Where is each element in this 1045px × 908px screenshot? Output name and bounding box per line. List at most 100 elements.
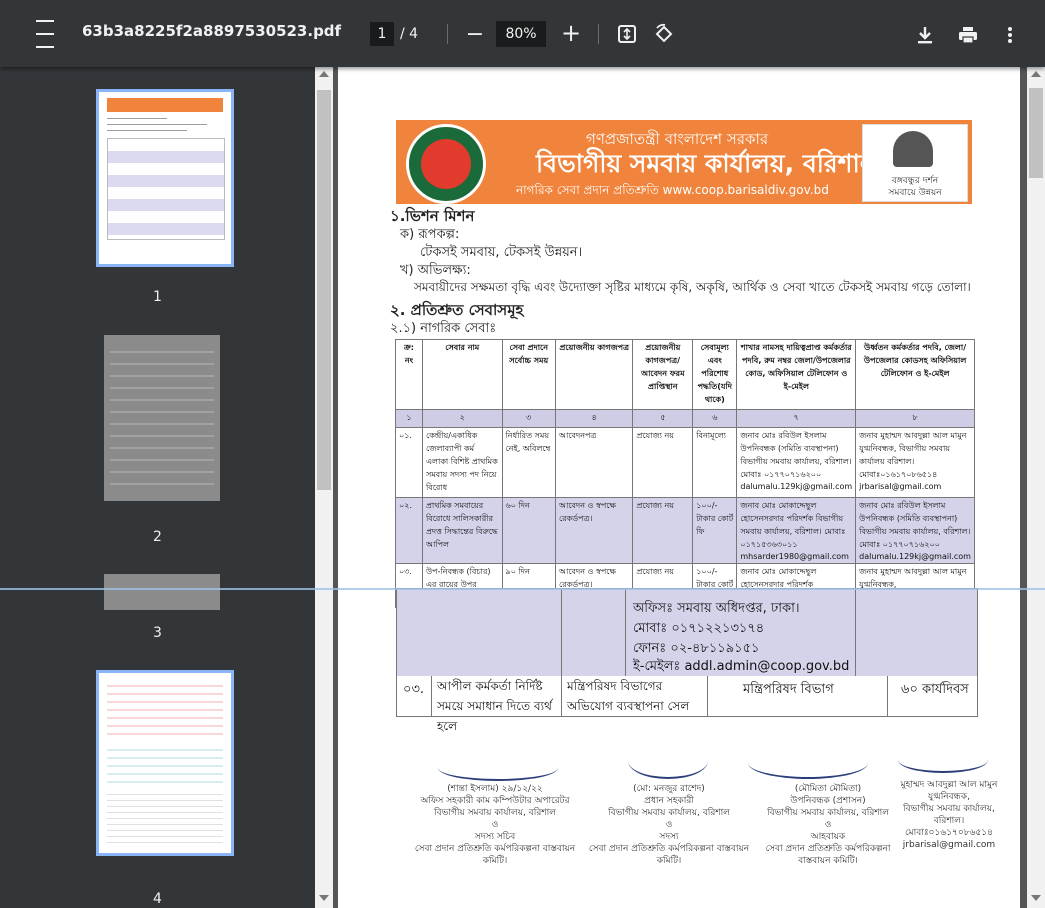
fit-page-icon (618, 25, 636, 43)
download-icon (918, 27, 932, 44)
page-thumbnail-4[interactable] (96, 670, 234, 856)
office-email: ই-মেইলঃ addl.admin@coop.gov.bd (633, 659, 850, 674)
table-cell: ০৩. (403, 682, 425, 697)
banner-office-name: বিভাগীয় সমবায় কার্যালয়, বরিশাল (536, 149, 879, 178)
fit-page-button[interactable] (614, 21, 640, 47)
table-cell: ৬০ কার্যদিবস (901, 682, 969, 697)
signatory-line: ও (665, 820, 673, 830)
citizen-services-table: ক্র: নং সেবার নাম সেবা প্রদানে সর্বোচ্চ … (395, 339, 975, 608)
table-cell: ০২. (395, 497, 423, 564)
table-cell: ২ (421, 409, 503, 428)
table-cell: ১ (395, 409, 423, 428)
zoom-in-button[interactable]: + (558, 18, 584, 48)
signatory-line: সদস্য (659, 832, 679, 842)
table-cell: প্রাথমিক সমবায়ের বিরোধে সালিসকারীর প্রদ… (421, 497, 503, 564)
table-cell: প্রযোজ্য নয় (632, 427, 694, 498)
signature-icon (898, 747, 988, 773)
signatory-line: মোবাঃ০১৬১৭০৮৬৫১৪ (905, 828, 993, 838)
page-separator: / (400, 26, 405, 42)
signatory-line: অফিস সহকারী কাম কম্পিউটার অপারেটর (420, 796, 570, 806)
mission-text: সমবায়ীদের সক্ষমতা বৃদ্ধি এবং উদ্যোক্তা … (414, 280, 971, 294)
screenshot-seam (0, 588, 1045, 590)
signatory-line: সেবা প্রদান প্রতিশ্রুতি কর্মপরিকল্পনা বা… (414, 844, 576, 866)
signature-icon (438, 755, 558, 781)
rotate-button[interactable] (650, 20, 678, 48)
table-cell: মন্ত্রিপরিষদ বিভাগ (743, 682, 834, 697)
table-cell: আবেদনপত্র (554, 427, 634, 498)
print-button[interactable] (955, 22, 981, 48)
signatory-line: আহবায়ক (810, 832, 846, 842)
print-icon (959, 27, 977, 44)
sidebar-scrollbar-thumb[interactable] (317, 90, 331, 490)
zoom-out-button[interactable]: − (462, 20, 488, 48)
page-number-input[interactable]: 1 (370, 22, 394, 46)
table-header: সেবার নাম (421, 339, 503, 410)
table-row: ০১. কেন্দ্রীয়/একাধিক জেলাব্যাপী কর্ম এল… (395, 427, 975, 498)
document-viewer: গণপ্রজাতন্ত্রী বাংলাদেশ সরকার বিভাগীয় স… (333, 67, 1027, 908)
table-cell: ৫ (632, 409, 694, 428)
table-cell: ৭ (736, 409, 857, 428)
table-cell: ১০০/- টাকার কোর্ট ফি (692, 497, 738, 564)
pdf-toolbar: 63b3a8225f2a8897530523.pdf 1 / 4 − 80% + (0, 0, 1045, 67)
signatory-name: মুহাম্মদ আবদুল্লা আল মামুন (900, 780, 998, 790)
table-cell: কেন্দ্রীয়/একাধিক জেলাব্যাপী কর্ম এলাকা … (421, 427, 503, 498)
signatory-line: ও (491, 820, 499, 830)
table-row: ০৩. আপীল কর্মকর্তা নির্দিষ্ট সময়ে সমাধা… (396, 676, 978, 733)
download-button[interactable] (912, 22, 938, 48)
menu-button[interactable] (30, 20, 60, 48)
signatory-line: যুগ্মনিবন্ধক, (928, 792, 970, 802)
table-header: উর্ধ্বতন কর্মকর্তার পদবি, জেলা/উপজেলার ক… (855, 339, 975, 410)
more-actions-button[interactable] (1000, 22, 1020, 48)
table-cell: প্রযোজ্য নয় (632, 497, 694, 564)
viewer-scrollbar-thumb[interactable] (1029, 88, 1043, 178)
table-cell: জনাব মোঃ মোকাদ্দেছুল হোসেনসরদার পরিদর্শক… (736, 497, 857, 564)
document-title: 63b3a8225f2a8897530523.pdf (82, 22, 342, 40)
header-banner: গণপ্রজাতন্ত্রী বাংলাদেশ সরকার বিভাগীয় স… (396, 120, 972, 204)
zoom-in-icon: + (560, 19, 582, 47)
portrait-icon (893, 131, 933, 167)
scroll-down-icon[interactable] (319, 895, 329, 901)
thumbnail-sidebar: 1 2 3 4 (0, 67, 315, 908)
table-cell: জনাব মোঃ রবিউল ইসলাম উপনিবন্ধক (সমিতি ব্… (855, 497, 975, 564)
section-2-subtitle: ২.১) নাগরিক সেবাঃ (390, 321, 497, 336)
signatory-line: বিভাগীয় সমবায় কার্যালয়, (903, 804, 995, 814)
signatory-line: jrbarisal@gmail.com (902, 840, 996, 850)
table-index-row: ১ ২ ৩ ৪ ৫ ৬ ৭ ৮ (395, 409, 975, 428)
toolbar-divider (598, 24, 599, 44)
signatory-line: সেবা প্রদান প্রতিশ্রুতি কর্মপরিকল্পনা বা… (588, 844, 750, 866)
total-pages: 4 (409, 26, 419, 42)
thumbnail-label-1: 1 (153, 289, 162, 305)
office-mobile: মোবাঃ ০১৭১২২১৩১৭৪ (633, 621, 765, 636)
page-thumbnail-3[interactable] (104, 574, 220, 610)
table-header: প্রয়োজনীয় কাগজপত্র (554, 339, 634, 410)
table-cell: ৬ (692, 409, 738, 428)
zoom-input[interactable]: 80% (496, 21, 546, 47)
scroll-down-icon[interactable] (1031, 895, 1041, 901)
signatory-name: (মো: মনজুর রাশেদ) (633, 784, 705, 794)
signature-icon (748, 747, 868, 779)
signatory-line: সেবা প্রদান প্রতিশ্রুতি কর্মপরিকল্পনা বা… (765, 844, 891, 866)
table-cell: জনাব মোঃ রবিউল ইসলাম উপনিবন্ধক (সমিতি ব্… (736, 427, 857, 498)
signatory-line: ও (824, 820, 832, 830)
table-header: সেবামূল্য এবং পরিশোধ পদ্ধতি(যদি থাকে) (692, 339, 738, 410)
office-address: অফিসঃ সমবায় অধিদপ্তর, ঢাকা। (633, 601, 800, 616)
page-thumbnail-2[interactable] (104, 335, 220, 501)
table-cell: ০১. (395, 427, 423, 498)
table-header: ক্র: নং (395, 339, 423, 410)
table-header-row: ক্র: নং সেবার নাম সেবা প্রদানে সর্বোচ্চ … (395, 339, 975, 410)
government-seal-icon (406, 124, 486, 204)
table-cell: আবেদন ও স্বপক্ষে রেকর্ডপত্র। (554, 497, 634, 564)
signatory-line: প্রধান সহকারী (644, 796, 694, 806)
table-cell: মন্ত্রিপরিষদ বিভাগের অভিযোগ ব্যবস্থাপনা … (567, 679, 690, 713)
scroll-up-icon[interactable] (319, 71, 329, 77)
page-thumbnail-1[interactable] (96, 89, 234, 267)
table-cell: বিনামূল্যে (692, 427, 738, 498)
signature-block-2: (মো: মনজুর রাশেদ) প্রধান সহকারী বিভাগীয়… (584, 783, 754, 867)
bangabandhu-badge: বঙ্গবন্ধুর দর্শন সমবায়ে উন্নয়ন (862, 124, 968, 202)
thumbnail-label-2: 2 (153, 529, 162, 545)
viewer-scrollbar[interactable] (1027, 67, 1045, 908)
signatory-line: বরিশাল। (933, 816, 965, 826)
scroll-up-icon[interactable] (1031, 71, 1041, 77)
table-cell: ৬০ দিন (501, 497, 557, 564)
signatory-line: বিভাগীয় সমবায় কার্যালয়, বরিশাল (434, 808, 556, 818)
